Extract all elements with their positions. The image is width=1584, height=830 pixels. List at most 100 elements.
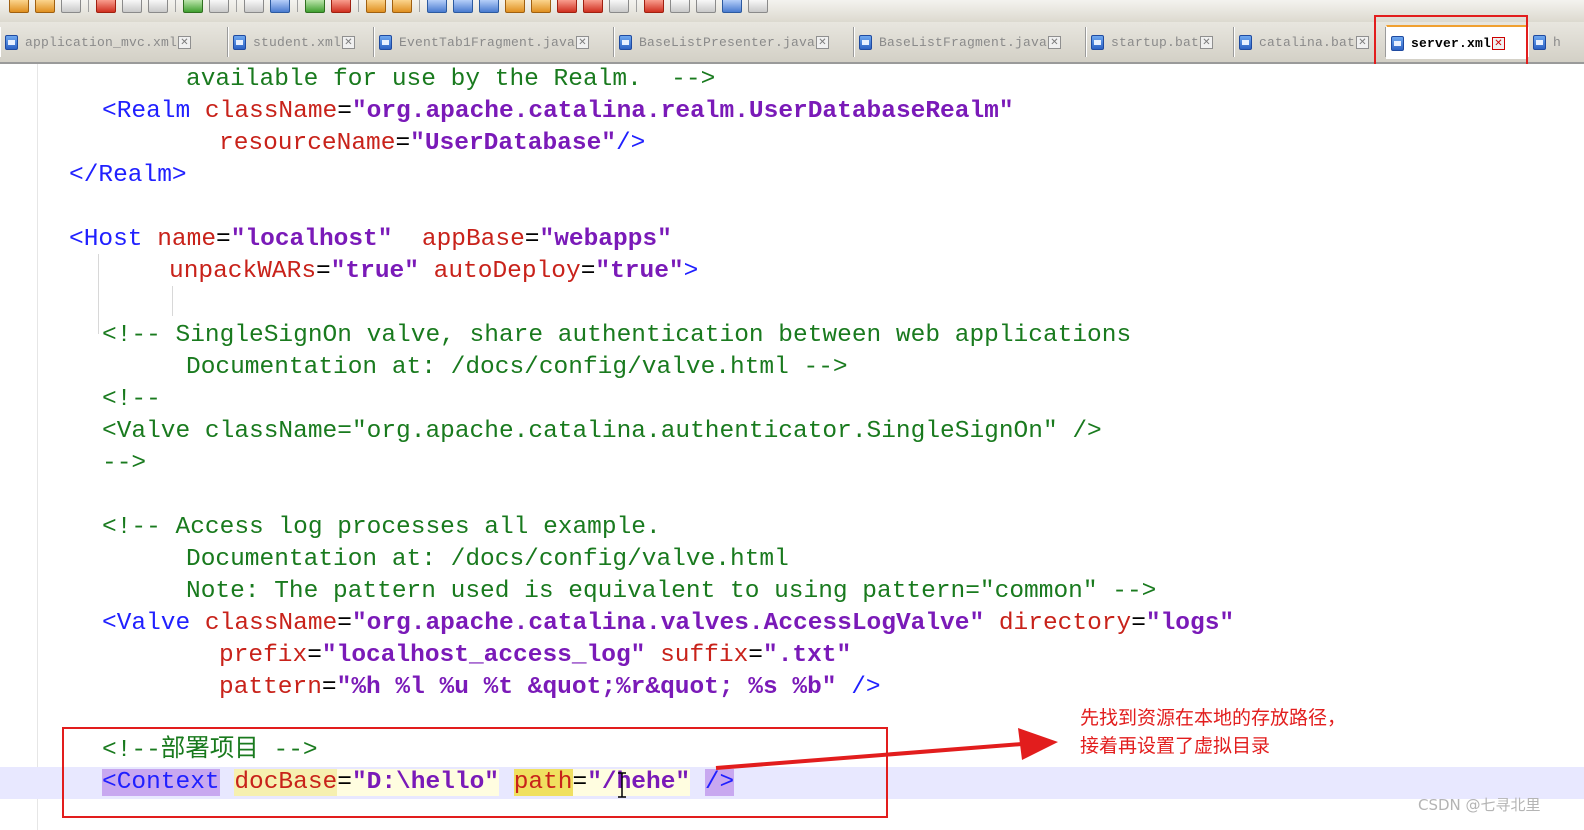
- code-line-6: <Host name="localhost" appBase="webapps": [69, 226, 672, 253]
- toolbar-separator: [636, 0, 637, 12]
- attribute-name: className: [204, 610, 338, 637]
- tab-startup-bat[interactable]: startup.bat ✕: [1086, 27, 1234, 57]
- tab-catalina-bat[interactable]: catalina.bat ✕: [1234, 27, 1386, 57]
- redo-icon[interactable]: [209, 0, 229, 13]
- attribute-value: ".txt": [763, 642, 852, 669]
- attribute-name: unpackWARs: [169, 258, 317, 285]
- tag-name: </Realm>: [69, 162, 187, 189]
- code-line-10: Documentation at: /docs/config/valve.htm…: [186, 352, 848, 384]
- tab-overflow[interactable]: h: [1528, 27, 1584, 57]
- code-line-13: -->: [102, 448, 146, 480]
- file-icon: [5, 34, 18, 50]
- code-line-19: prefix="localhost_access_log" suffix=".t…: [219, 642, 852, 669]
- attribute-value: "webapps": [539, 226, 672, 253]
- tab-label: startup.bat: [1111, 34, 1200, 50]
- indent-guide: [98, 254, 99, 334]
- tab-baselistpresenter-java[interactable]: BaseListPresenter.java ✕: [614, 27, 854, 57]
- tab-baselistfragment-java[interactable]: BaseListFragment.java ✕: [854, 27, 1086, 57]
- tab-eventtab1fragment-java[interactable]: EventTab1Fragment.java ✕: [374, 27, 614, 57]
- close-icon[interactable]: ✕: [342, 35, 356, 49]
- new-file-icon[interactable]: [9, 0, 29, 13]
- code-line-2: <Realm className="org.apache.catalina.re…: [102, 98, 1014, 125]
- cut-icon[interactable]: [96, 0, 116, 13]
- close-icon[interactable]: ✕: [1048, 35, 1062, 49]
- tag-name: <Realm: [102, 98, 191, 125]
- function-list-icon[interactable]: [557, 0, 577, 13]
- tag-name: <Host: [69, 226, 143, 253]
- code-line-7: unpackWARs="true" autoDeploy="true">: [169, 258, 699, 285]
- attribute-value: "D:\hello": [351, 769, 499, 796]
- close-icon[interactable]: ✕: [1200, 35, 1214, 49]
- toolbar-separator: [175, 0, 176, 12]
- toolbar-separator: [88, 0, 89, 12]
- copy-icon[interactable]: [122, 0, 142, 13]
- attribute-name: className: [204, 98, 338, 125]
- save-macro-icon[interactable]: [748, 0, 768, 13]
- annotation-line: 接着再设置了虚拟目录: [1080, 735, 1271, 757]
- attribute-value: "localhost": [230, 226, 393, 253]
- toolbar-separator: [419, 0, 420, 12]
- print-icon[interactable]: [61, 0, 81, 13]
- attribute-value: "org.apache.catalina.valves.AccessLogVal…: [351, 610, 985, 637]
- code-line-17: Note: The pattern used is equivalent to …: [186, 576, 1156, 608]
- indent-guide-icon[interactable]: [479, 0, 499, 13]
- code-line-11: <!--: [102, 384, 161, 416]
- attribute-value: "org.apache.catalina.realm.UserDatabaseR…: [351, 98, 1014, 125]
- document-map-icon[interactable]: [531, 0, 551, 13]
- attribute-name: pattern: [219, 674, 322, 701]
- sync-vertical-icon[interactable]: [366, 0, 386, 13]
- record-macro-icon[interactable]: [644, 0, 664, 13]
- tab-label: h: [1553, 34, 1562, 50]
- attribute-value: "%h %l %u %t &quot;%r&quot; %s %b": [336, 674, 837, 701]
- attribute-value: "/hehe": [587, 769, 691, 796]
- tab-label: BaseListFragment.java: [879, 34, 1048, 50]
- file-icon: [379, 34, 392, 50]
- tag-name: <Valve: [102, 610, 191, 637]
- text-cursor-icon: [618, 772, 626, 798]
- close-icon[interactable]: ✕: [178, 35, 192, 49]
- close-icon[interactable]: ✕: [816, 35, 830, 49]
- code-line-18: <Valve className="org.apache.catalina.va…: [102, 610, 1235, 637]
- tab-label: EventTab1Fragment.java: [399, 34, 576, 50]
- stop-macro-icon[interactable]: [670, 0, 690, 13]
- close-icon[interactable]: ✕: [1356, 35, 1370, 49]
- replace-icon[interactable]: [270, 0, 290, 13]
- sync-horizontal-icon[interactable]: [392, 0, 412, 13]
- find-icon[interactable]: [244, 0, 264, 13]
- zoom-in-icon[interactable]: [305, 0, 325, 13]
- open-file-icon[interactable]: [35, 0, 55, 13]
- close-icon[interactable]: ✕: [576, 35, 590, 49]
- attribute-name: prefix: [219, 642, 308, 669]
- attribute-name: path: [513, 769, 573, 796]
- toolbar: [0, 0, 1584, 22]
- attribute-name: suffix: [660, 642, 749, 669]
- tab-server-xml[interactable]: server.xml ✕: [1386, 25, 1528, 59]
- paste-icon[interactable]: [148, 0, 168, 13]
- tab-student-xml[interactable]: student.xml ✕: [228, 27, 374, 57]
- comment-text: Documentation at: /docs/config/valve.htm…: [186, 354, 848, 381]
- attribute-name: appBase: [421, 226, 525, 253]
- watermark: CSDN @七寻北里: [1418, 796, 1541, 814]
- word-wrap-icon[interactable]: [427, 0, 447, 13]
- show-all-chars-icon[interactable]: [453, 0, 473, 13]
- tag-name: <Context: [102, 769, 220, 796]
- tab-label: student.xml: [253, 34, 342, 50]
- zoom-out-icon[interactable]: [331, 0, 351, 13]
- comment-text: available for use by the Realm. -->: [186, 66, 716, 93]
- indent-guide: [172, 286, 173, 316]
- close-icon[interactable]: ✕: [1492, 36, 1506, 50]
- monitoring-icon[interactable]: [609, 0, 629, 13]
- comment-text: <!--部署项目 -->: [102, 737, 318, 764]
- code-line-16: Documentation at: /docs/config/valve.htm…: [186, 544, 789, 576]
- tab-bar: application_mvc.xml ✕ student.xml ✕ Even…: [0, 22, 1584, 64]
- play-macro-icon[interactable]: [696, 0, 716, 13]
- user-language-icon[interactable]: [505, 0, 525, 13]
- tab-label: application_mvc.xml: [25, 34, 178, 50]
- file-icon: [1533, 34, 1546, 50]
- attribute-name: autoDeploy: [433, 258, 581, 285]
- tab-application-mvc-xml[interactable]: application_mvc.xml ✕: [0, 27, 228, 57]
- run-macro-multiple-icon[interactable]: [722, 0, 742, 13]
- file-icon: [1239, 34, 1252, 50]
- undo-icon[interactable]: [183, 0, 203, 13]
- folder-as-workspace-icon[interactable]: [583, 0, 603, 13]
